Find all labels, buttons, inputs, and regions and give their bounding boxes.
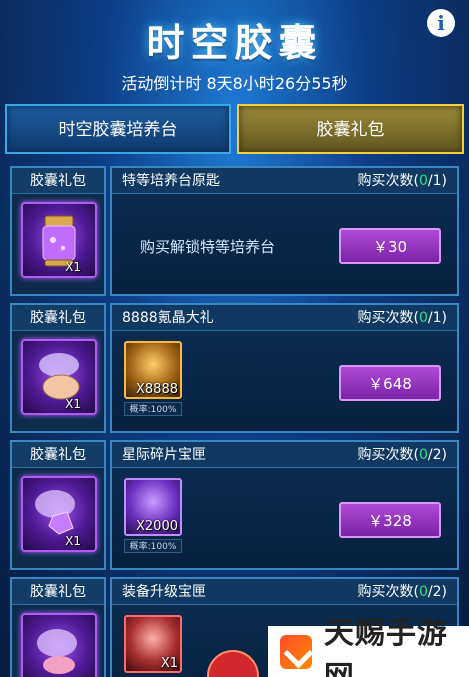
pack-qty: X1 bbox=[65, 260, 81, 274]
purchase-count: 购买次数(0/1) bbox=[357, 310, 447, 326]
star-shard-icon[interactable]: X2000 bbox=[124, 478, 182, 536]
pack-card: 胶囊礼包 X1 bbox=[10, 303, 106, 433]
pack-detail: 特等培养台原匙 购买次数(0/1) 购买解锁特等培养台 ￥30 bbox=[110, 166, 459, 296]
info-icon[interactable]: i bbox=[427, 9, 455, 37]
pack-qty: X1 bbox=[65, 397, 81, 411]
equipment-upgrade-icon[interactable]: X1 bbox=[124, 615, 182, 673]
pack-category: 胶囊礼包 bbox=[12, 442, 104, 468]
capsule-open-icon[interactable]: X1 bbox=[21, 339, 97, 415]
watermark: 天赐手游网 bbox=[268, 616, 469, 677]
header: 时空胶囊 活动倒计时 8天8小时26分55秒 i bbox=[0, 0, 469, 100]
capsule-open-icon[interactable]: X1 bbox=[21, 476, 97, 552]
countdown-value: 8天8小时26分55秒 bbox=[206, 74, 348, 93]
purchase-count: 购买次数(0/2) bbox=[357, 447, 447, 463]
pack-category: 胶囊礼包 bbox=[12, 168, 104, 194]
crystal-icon[interactable]: X8888 bbox=[124, 341, 182, 399]
pack-category: 胶囊礼包 bbox=[12, 579, 104, 605]
tab-bar: 时空胶囊培养台 胶囊礼包 bbox=[5, 104, 464, 154]
watermark-text: 天赐手游网 bbox=[323, 615, 448, 677]
page-title: 时空胶囊 bbox=[146, 21, 323, 65]
tab-capsule-gift-pack[interactable]: 胶囊礼包 bbox=[237, 104, 464, 154]
pack-card: 胶囊礼包 X1 bbox=[10, 440, 106, 570]
capsule-jar-icon[interactable]: X1 bbox=[21, 202, 97, 278]
countdown: 活动倒计时 8天8小时26分55秒 bbox=[0, 70, 469, 94]
watermark-logo-icon bbox=[280, 634, 312, 669]
pack-name: 特等培养台原匙 bbox=[122, 173, 220, 189]
pack-card: 胶囊礼包 X1 bbox=[10, 166, 106, 296]
pack-detail: 8888氪晶大礼 购买次数(0/1) X8888 概率:100% ￥648 bbox=[110, 303, 459, 433]
drop-probability: 概率:100% bbox=[124, 402, 182, 416]
pack-description: 购买解锁特等培养台 bbox=[140, 238, 276, 256]
item-qty: X8888 bbox=[136, 382, 178, 397]
countdown-label: 活动倒计时 bbox=[121, 74, 202, 93]
buy-button[interactable]: ￥30 bbox=[339, 228, 441, 264]
pack-detail: 星际碎片宝匣 购买次数(0/2) X2000 概率:100% ￥328 bbox=[110, 440, 459, 570]
pack-card: 胶囊礼包 bbox=[10, 577, 106, 677]
item-qty: X1 bbox=[160, 656, 178, 671]
list-item: 胶囊礼包 X1 星际碎片宝匣 购买次数(0/2) X2000 概率:100% ￥… bbox=[10, 440, 459, 570]
pack-list[interactable]: 胶囊礼包 X1 特等培养台原匙 购买次数(0/1) 购买解锁特等培养台 ￥30 bbox=[10, 166, 459, 677]
purchase-count: 购买次数(0/1) bbox=[357, 173, 447, 189]
pack-name: 8888氪晶大礼 bbox=[122, 310, 214, 326]
list-item: 胶囊礼包 X1 特等培养台原匙 购买次数(0/1) 购买解锁特等培养台 ￥30 bbox=[10, 166, 459, 296]
tab-capsule-incubator[interactable]: 时空胶囊培养台 bbox=[5, 104, 231, 154]
item-qty: X2000 bbox=[136, 519, 178, 534]
pack-name: 星际碎片宝匣 bbox=[122, 447, 206, 463]
buy-button[interactable]: ￥648 bbox=[339, 365, 441, 401]
pack-name: 装备升级宝匣 bbox=[122, 584, 206, 600]
buy-button[interactable]: ￥328 bbox=[339, 502, 441, 538]
pack-qty: X1 bbox=[65, 534, 81, 548]
capsule-open-icon[interactable] bbox=[21, 613, 97, 677]
drop-probability: 概率:100% bbox=[124, 539, 182, 553]
purchase-count: 购买次数(0/2) bbox=[357, 584, 447, 600]
list-item: 胶囊礼包 X1 8888氪晶大礼 购买次数(0/1) X8888 概率:100%… bbox=[10, 303, 459, 433]
pack-category: 胶囊礼包 bbox=[12, 305, 104, 331]
